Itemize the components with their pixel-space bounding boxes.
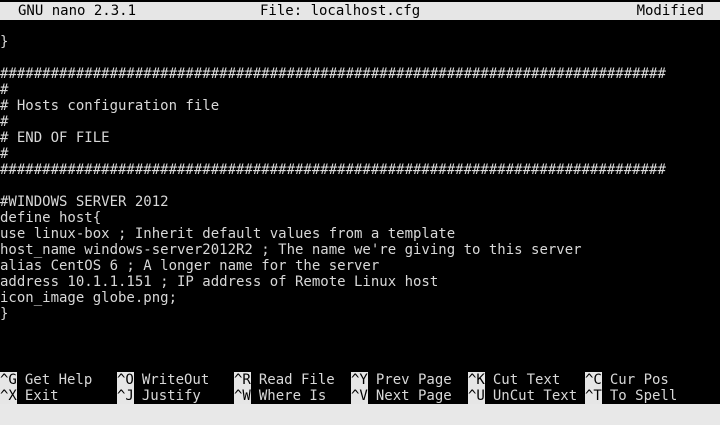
- editor-line[interactable]: define host{: [0, 210, 720, 226]
- editor-line[interactable]: use linux-box ; Inherit default values f…: [0, 226, 720, 242]
- shortcut-key: ^G: [0, 372, 17, 388]
- shortcut-label: UnCut Text: [492, 388, 578, 404]
- shortcut-label: Next Page: [375, 388, 452, 404]
- shortcut-key: ^V: [351, 388, 368, 404]
- shortcut-label: Cut Text: [492, 372, 561, 388]
- editor-line[interactable]: alias CentOS 6 ; A longer name for the s…: [0, 258, 720, 274]
- file-name: File: localhost.cfg: [260, 3, 421, 19]
- editor-line[interactable]: icon_image globe.png;: [0, 290, 720, 306]
- shortcut-key: ^X: [0, 388, 17, 404]
- shortcut-label: Cur Pos: [609, 372, 669, 388]
- shortcut-label: Read File: [258, 372, 335, 388]
- editor-line[interactable]: ########################################…: [0, 162, 720, 178]
- editor-line[interactable]: [0, 50, 720, 66]
- text-editor-area[interactable]: } ######################################…: [0, 34, 720, 322]
- editor-line[interactable]: [0, 178, 720, 194]
- editor-line[interactable]: ########################################…: [0, 66, 720, 82]
- shortcut-row-1: ^G Get Help ^O WriteOut ^R Read File ^Y Prev…: [0, 372, 720, 388]
- shortcut-prev-page[interactable]: ^Y Prev Page: [351, 372, 452, 388]
- shortcut-label: Where Is: [258, 388, 327, 404]
- editor-line[interactable]: host_name windows-server2012R2 ; The nam…: [0, 242, 720, 258]
- editor-line[interactable]: # END OF FILE: [0, 130, 720, 146]
- editor-line[interactable]: }: [0, 306, 720, 322]
- shortcut-key: ^C: [585, 372, 602, 388]
- shortcut-to-spell[interactable]: ^T To Spell: [585, 388, 677, 404]
- editor-line[interactable]: address 10.1.1.151 ; IP address of Remot…: [0, 274, 720, 290]
- shortcut-justify[interactable]: ^J Justify: [117, 388, 201, 404]
- shortcut-key: ^Y: [351, 372, 368, 388]
- shortcut-row-2: ^X Exit ^J Justify ^W Where Is ^V Next Page …: [0, 388, 720, 404]
- app-name: GNU nano 2.3.1: [18, 3, 137, 19]
- shortcut-key: ^W: [234, 388, 251, 404]
- modified-status: Modified: [636, 3, 704, 19]
- shortcut-bar: ^G Get Help ^O WriteOut ^R Read File ^Y Prev…: [0, 372, 720, 404]
- shortcut-label: To Spell: [609, 388, 678, 404]
- shortcut-key: ^O: [117, 372, 134, 388]
- shortcut-cur-pos[interactable]: ^C Cur Pos: [585, 372, 669, 388]
- shortcut-uncut-text[interactable]: ^U UnCut Text: [468, 388, 577, 404]
- shortcut-label: Exit: [24, 388, 59, 404]
- shortcut-key: ^T: [585, 388, 602, 404]
- editor-line[interactable]: #: [0, 146, 720, 162]
- shortcut-label: Get Help: [24, 372, 93, 388]
- editor-line[interactable]: # Hosts configuration file: [0, 98, 720, 114]
- editor-line[interactable]: #: [0, 114, 720, 130]
- shortcut-key: ^U: [468, 388, 485, 404]
- shortcut-next-page[interactable]: ^V Next Page: [351, 388, 452, 404]
- shortcut-where-is[interactable]: ^W Where Is: [234, 388, 326, 404]
- shortcut-cut-text[interactable]: ^K Cut Text: [468, 372, 560, 388]
- editor-line[interactable]: #: [0, 82, 720, 98]
- shortcut-key: ^K: [468, 372, 485, 388]
- shortcut-label: Justify: [141, 388, 201, 404]
- shortcut-writeout[interactable]: ^O WriteOut: [117, 372, 209, 388]
- shortcut-key: ^R: [234, 372, 251, 388]
- editor-line[interactable]: }: [0, 34, 720, 50]
- title-bar: GNU nano 2.3.1 File: localhost.cfg Modif…: [0, 2, 720, 20]
- editor-line[interactable]: #WINDOWS SERVER 2012: [0, 194, 720, 210]
- bottom-gutter: [0, 404, 720, 425]
- shortcut-exit[interactable]: ^X Exit: [0, 388, 59, 404]
- shortcut-label: Prev Page: [375, 372, 452, 388]
- shortcut-get-help[interactable]: ^G Get Help: [0, 372, 92, 388]
- shortcut-read-file[interactable]: ^R Read File: [234, 372, 335, 388]
- shortcut-key: ^J: [117, 388, 134, 404]
- shortcut-label: WriteOut: [141, 372, 210, 388]
